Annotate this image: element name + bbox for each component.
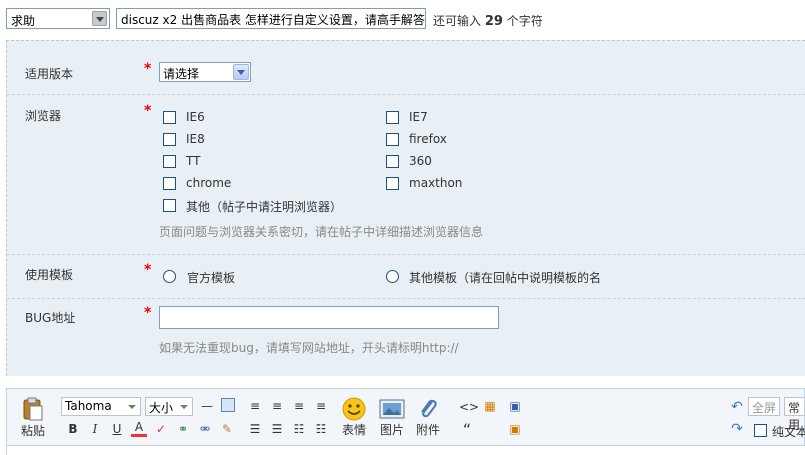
align-center-icon[interactable]: ≡ [269, 398, 285, 414]
align-justify-icon[interactable]: ≡ [313, 398, 329, 414]
table-icon[interactable] [221, 398, 235, 412]
emoji-button[interactable]: 表情 [339, 397, 369, 438]
category-value: 求助 [11, 14, 36, 28]
image-icon [379, 399, 405, 419]
checkbox-label-ie6: IE6 [186, 110, 205, 124]
paste-label: 粘贴 [20, 424, 45, 438]
title-row: 求助 discuz x2 出售商品表 怎样进行自定义设置，请高手解答 还可输入 … [6, 8, 805, 30]
ordered-list-icon[interactable]: ☷ [291, 421, 307, 437]
browser-row: 浏览器 * IE6 IE7 IE8 firefox TT 360 chrome … [7, 95, 805, 255]
font-select[interactable]: Tahoma [61, 397, 141, 416]
checkbox-tt[interactable] [163, 155, 176, 168]
checkbox-firefox[interactable] [386, 133, 399, 146]
image-label: 图片 [379, 423, 404, 437]
version-label: 适用版本 [25, 67, 74, 81]
chevron-down-icon[interactable] [92, 11, 107, 26]
radio-label-official: 官方模板 [187, 271, 236, 285]
emoji-label: 表情 [341, 423, 366, 437]
radio-other-template[interactable] [386, 270, 399, 283]
version-select[interactable]: 请选择 [159, 62, 251, 82]
unordered-list-icon[interactable]: ☷ [313, 421, 329, 437]
checkbox-label-other: 其他（帖子中请注明浏览器） [186, 200, 343, 214]
checkbox-360[interactable] [386, 155, 399, 168]
bug-row: BUG地址 * 如果无法重现bug，请填写网站地址，开头请标明http:// [7, 299, 805, 363]
bug-label: BUG地址 [25, 311, 76, 325]
unlink-icon[interactable]: ⚮ [197, 421, 213, 437]
horizontal-rule-icon[interactable]: — [199, 398, 215, 414]
paste-button[interactable]: 粘贴 [17, 397, 49, 439]
checkbox-label-tt: TT [186, 154, 201, 168]
bug-url-input[interactable] [159, 306, 499, 329]
common-button[interactable]: 常用 [784, 397, 804, 432]
char-count-hint: 还可输入 29 个字符 [433, 12, 543, 29]
underline-button[interactable]: U [109, 421, 125, 437]
char-hint-prefix: 还可输入 [433, 14, 482, 28]
editor-content-area[interactable] [7, 445, 805, 455]
required-mark: * [144, 61, 152, 77]
attach-label: 附件 [415, 423, 440, 437]
smiley-icon [342, 397, 366, 421]
radio-official-template[interactable] [163, 270, 176, 283]
required-mark: * [144, 305, 152, 321]
checkbox-label-chrome: chrome [186, 176, 232, 190]
required-mark: * [144, 103, 152, 119]
checkbox-label-ie8: IE8 [186, 132, 205, 146]
chevron-down-icon[interactable] [233, 64, 249, 80]
version-value: 请选择 [163, 67, 200, 81]
clipboard-icon [23, 397, 43, 421]
flash-icon[interactable]: ▦ [482, 398, 498, 414]
template-label: 使用模板 [25, 268, 74, 282]
bold-button[interactable]: B [65, 421, 81, 437]
redo-icon[interactable]: ↷ [729, 421, 745, 437]
spellcheck-icon[interactable]: ✓ [153, 421, 169, 437]
text-color-icon[interactable]: A [131, 421, 147, 437]
browser-label: 浏览器 [25, 109, 62, 123]
size-select[interactable]: 大小 [145, 397, 193, 416]
italic-button[interactable]: I [87, 421, 103, 437]
undo-icon[interactable]: ↶ [729, 399, 745, 415]
form-panel: 适用版本 * 请选择 浏览器 * IE6 IE7 IE8 firefox TT … [6, 40, 805, 376]
align-left-icon[interactable]: ≡ [247, 398, 263, 414]
quote-button[interactable]: “ [459, 422, 475, 438]
template-row: 使用模板 * 官方模板 其他模板（请在回帖中说明模板的名 [7, 255, 805, 299]
browser-hint: 页面问题与浏览器关系密切，请在帖子中详细描述浏览器信息 [159, 225, 484, 239]
image-button[interactable]: 图片 [377, 397, 407, 438]
paperclip-icon [421, 399, 437, 418]
checkbox-ie7[interactable] [386, 111, 399, 124]
checkbox-label-ie7: IE7 [409, 110, 428, 124]
plaintext-label: 纯文本 [772, 425, 805, 439]
outdent-icon[interactable]: ☰ [269, 421, 285, 437]
checkbox-other[interactable] [163, 199, 176, 212]
indent-icon[interactable]: ☰ [247, 421, 263, 437]
align-right-icon[interactable]: ≡ [291, 398, 307, 414]
bug-hint: 如果无法重现bug，请填写网站地址，开头请标明http:// [159, 341, 459, 355]
link-icon[interactable]: ⚭ [175, 421, 191, 437]
title-input[interactable]: discuz x2 出售商品表 怎样进行自定义设置，请高手解答 [116, 8, 426, 29]
char-hint-suffix: 个字符 [506, 14, 543, 28]
checkbox-label-maxthon: maxthon [409, 176, 463, 190]
category-select[interactable]: 求助 [6, 8, 110, 29]
attach-button[interactable]: 附件 [413, 397, 443, 438]
checkbox-label-360: 360 [409, 154, 432, 168]
radio-label-other: 其他模板（请在回帖中说明模板的名 [409, 271, 602, 285]
checkbox-label-firefox: firefox [409, 132, 447, 146]
media-icon[interactable]: ▣ [507, 398, 523, 414]
checkbox-maxthon[interactable] [386, 177, 399, 190]
code-button[interactable]: <> [459, 399, 479, 415]
plaintext-checkbox[interactable] [754, 424, 767, 437]
char-remaining: 29 [484, 14, 503, 29]
checkbox-ie8[interactable] [163, 133, 176, 146]
required-mark: * [144, 262, 152, 278]
free-tag-icon[interactable]: ▣ [507, 421, 523, 437]
version-row: 适用版本 * 请选择 [7, 41, 805, 95]
fullscreen-button[interactable]: 全屏 [748, 397, 781, 416]
checkbox-ie6[interactable] [163, 111, 176, 124]
clear-format-icon[interactable]: ✎ [219, 421, 235, 437]
checkbox-chrome[interactable] [163, 177, 176, 190]
editor: 粘贴 Tahoma 大小 — ≡ ≡ ≡ ≡ B I U A ✓ ⚭ ⚮ ✎ ☰… [6, 388, 805, 455]
